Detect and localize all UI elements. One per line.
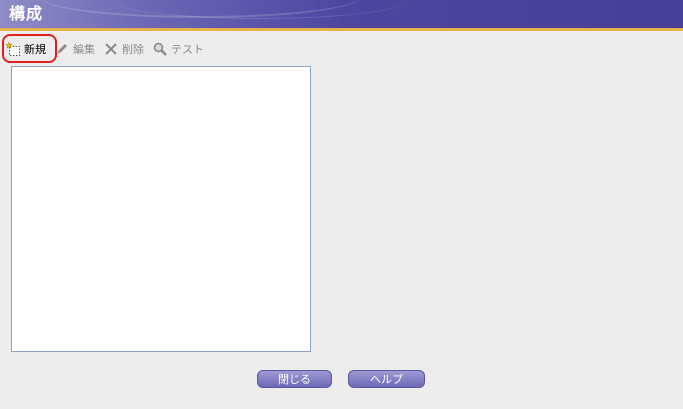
edit-button[interactable]: 編集 xyxy=(54,39,95,59)
test-button-label: テスト xyxy=(171,43,204,56)
window-title: 構成 xyxy=(9,4,44,23)
new-item-icon xyxy=(5,41,21,57)
new-button[interactable]: 新規 xyxy=(5,39,46,59)
close-button[interactable]: 閉じる xyxy=(257,370,332,388)
magnifier-icon xyxy=(152,41,168,57)
configuration-list[interactable] xyxy=(11,66,311,352)
help-button[interactable]: ヘルプ xyxy=(348,370,425,388)
new-button-label: 新規 xyxy=(24,43,46,56)
test-button[interactable]: テスト xyxy=(152,39,204,59)
toolbar: 新規 編集 削除 テスト xyxy=(5,38,212,60)
delete-button[interactable]: 削除 xyxy=(103,39,144,59)
delete-button-label: 削除 xyxy=(122,43,144,56)
title-divider xyxy=(0,28,683,31)
pencil-icon xyxy=(54,41,70,57)
x-icon xyxy=(103,41,119,57)
edit-button-label: 編集 xyxy=(73,43,95,56)
title-bar: 構成 xyxy=(0,0,683,28)
